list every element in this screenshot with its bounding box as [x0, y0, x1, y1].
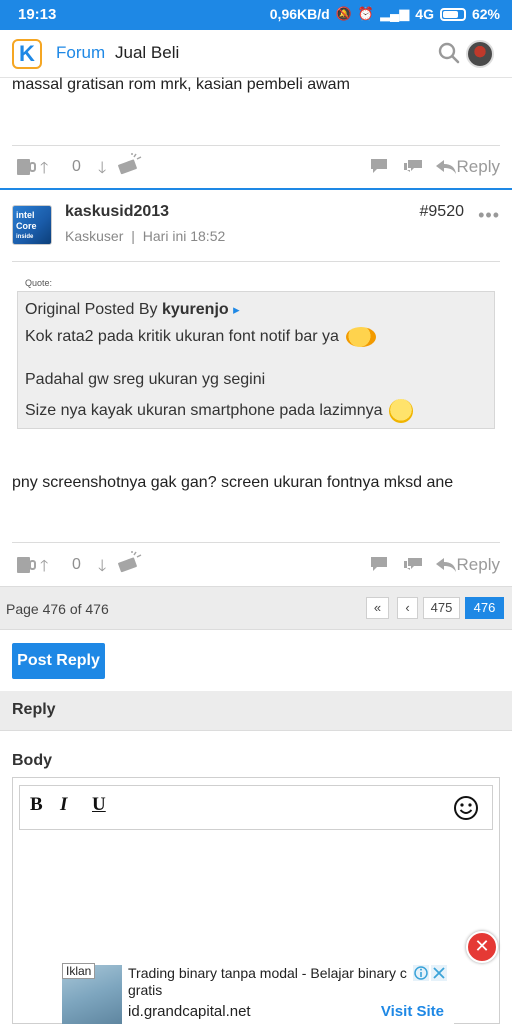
quote-line: Padahal gw sreg ukuran yg segini: [25, 371, 266, 388]
editor-toolbar: B I U: [19, 785, 493, 830]
status-indicators: 0,96KB/d 🔕 ⏰ ▂▄▆ 4G 62%: [270, 6, 500, 22]
current-page-button[interactable]: 476: [465, 597, 504, 619]
quote-box: Original Posted By kyurenjo ▸ Kok rata2 …: [17, 291, 495, 429]
avatar-text: inside: [16, 234, 34, 240]
cendol-icon[interactable]: [16, 555, 38, 575]
vote-count: 0: [72, 158, 81, 175]
app-header: K Forum Jual Beli: [0, 30, 512, 78]
page-info: Page 476 of 476: [6, 601, 109, 617]
battery-icon: [439, 7, 466, 21]
ad-tag: Iklan: [62, 963, 96, 979]
page-button[interactable]: 475: [423, 597, 460, 619]
downvote-icon[interactable]: 🡓: [98, 555, 106, 582]
reply-icon[interactable]: [435, 159, 457, 175]
quote-icon[interactable]: [402, 157, 424, 175]
meta-separator: |: [131, 228, 135, 244]
mute-icon: 🔕: [335, 6, 352, 21]
laughing-emoticon-icon: [388, 399, 413, 423]
pagination-bar: Page 476 of 476 « ‹ 475 476: [0, 586, 512, 630]
status-bar: 19:13 0,96KB/d 🔕 ⏰ ▂▄▆ 4G 62%: [0, 0, 512, 30]
network-type: 4G: [415, 6, 434, 22]
ad-domain[interactable]: id.grandcapital.net: [128, 1003, 251, 1020]
vote-count: 0: [72, 556, 81, 573]
underline-button[interactable]: U: [92, 794, 106, 816]
battery-level: 62%: [471, 6, 500, 22]
status-time: 19:13: [18, 6, 57, 23]
ad-visit-button[interactable]: Visit Site: [381, 1003, 444, 1020]
first-page-button[interactable]: «: [366, 597, 389, 619]
upvote-icon[interactable]: 🡑: [40, 157, 48, 184]
avatar-text: intel: [16, 210, 35, 220]
quote-attribution: Original Posted By kyurenjo ▸: [25, 301, 240, 319]
net-speed: 0,96KB/d: [269, 6, 330, 22]
alarm-icon: ⏰: [357, 6, 375, 21]
bold-button[interactable]: B: [30, 794, 43, 816]
body-label: Body: [12, 752, 52, 769]
previous-post-text: massal gratisan rom mrk, kasian pembeli …: [12, 76, 350, 93]
kaskus-logo-icon[interactable]: K: [12, 39, 42, 69]
breadcrumb-subforum[interactable]: Jual Beli: [115, 43, 179, 63]
reply-link[interactable]: Reply: [457, 157, 500, 177]
reply-link[interactable]: Reply: [457, 555, 500, 575]
ad-choices-icon[interactable]: [413, 965, 447, 981]
upvote-icon[interactable]: 🡑: [40, 555, 48, 582]
emoji-icon[interactable]: [453, 795, 479, 821]
italic-button[interactable]: I: [60, 794, 67, 816]
divider: [12, 542, 500, 543]
quote-line: Kok rata2 pada kritik ukuran font notif …: [25, 327, 377, 347]
prev-page-button[interactable]: ‹: [397, 597, 418, 619]
quote-line: Size nya kayak ukuran smartphone pada la…: [25, 399, 413, 423]
quoted-author[interactable]: kyurenjo: [162, 301, 229, 318]
post-author-avatar[interactable]: intel Core inside: [12, 205, 52, 245]
post-reply-button[interactable]: Post Reply: [12, 643, 105, 679]
ad-title-line: Trading binary tanpa modal - Belajar bin…: [128, 965, 407, 981]
more-options-icon[interactable]: •••: [478, 205, 500, 226]
divider: [12, 261, 500, 262]
post-time: Hari ini 18:52: [142, 228, 226, 244]
breadcrumb-forum[interactable]: Forum: [56, 43, 105, 63]
comment-icon[interactable]: [369, 157, 389, 175]
post-author-meta: Kaskuser | Hari ini 18:52: [65, 228, 225, 244]
reply-section-header: Reply: [0, 691, 512, 731]
close-ad-button[interactable]: ✕: [466, 931, 498, 963]
reply-section-title: Reply: [12, 701, 56, 718]
quote-intro: Original Posted By: [25, 301, 158, 318]
post-author[interactable]: kaskusid2013: [65, 203, 169, 221]
post-separator: [0, 188, 512, 190]
cendol-icon[interactable]: [16, 157, 38, 177]
post-body-text: pny screenshotnya gak gan? screen ukuran…: [12, 474, 454, 491]
ad-banner[interactable]: Iklan Trading binary tanpa modal - Belaj…: [62, 963, 454, 1024]
signal-icon: ▂▄▆: [380, 6, 410, 21]
user-avatar[interactable]: [466, 40, 494, 68]
quote-text: Size nya kayak ukuran smartphone pada la…: [25, 402, 383, 420]
comment-icon[interactable]: [369, 555, 389, 573]
previous-post-actions: 🡑 0 🡓 Reply: [12, 153, 500, 183]
quote-text: Kok rata2 pada kritik ukuran font notif …: [25, 328, 339, 346]
author-role: Kaskuser: [65, 228, 124, 244]
bata-icon[interactable]: [116, 551, 142, 575]
goto-post-icon[interactable]: ▸: [233, 302, 240, 317]
downvote-icon[interactable]: 🡓: [98, 157, 106, 184]
post-actions: 🡑 0 🡓 Reply: [12, 551, 500, 581]
avatar-text: Core: [16, 221, 37, 231]
divider: [12, 145, 500, 146]
quote-icon[interactable]: [402, 555, 424, 573]
post-number[interactable]: #9520: [420, 203, 465, 221]
search-icon[interactable]: [438, 42, 460, 64]
quote-label: Quote:: [25, 278, 53, 288]
reply-icon[interactable]: [435, 557, 457, 573]
ad-title-line: gratis: [128, 982, 163, 998]
ad-title[interactable]: Trading binary tanpa modal - Belajar bin…: [128, 965, 408, 999]
bata-icon[interactable]: [116, 153, 142, 177]
emoticon-icon: [346, 327, 377, 347]
